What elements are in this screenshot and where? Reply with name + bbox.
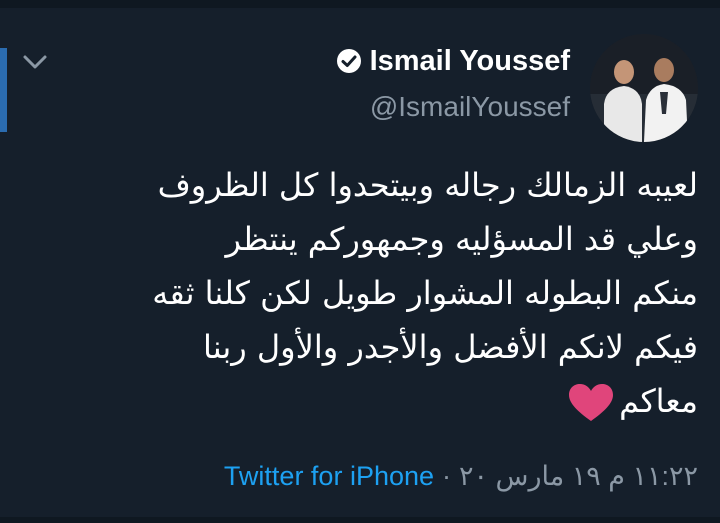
chevron-down-icon[interactable] [22,52,48,72]
pink-heart-icon [569,384,614,421]
avatar[interactable] [590,34,698,142]
thread-line [0,48,7,132]
tweet-header: Ismail Youssef @IsmailYoussef [336,34,698,144]
tweet-line: لعيبه الزمالك رجاله وبيتحدوا كل الظروف [157,166,698,204]
name-row: Ismail Youssef [336,44,570,78]
tweet-meta: ١١:٢٢ م ١٩ مارس ٢٠· Twitter for iPhone [224,456,698,496]
user-handle[interactable]: @IsmailYoussef [370,90,570,124]
tweet-line: منكم البطوله المشوار طويل لكن كلنا ثقه [152,274,698,312]
tweet-time: ١١:٢٢ م [608,461,698,491]
tweet-screen: Ismail Youssef @IsmailYoussef لعيبه الزم… [0,0,720,523]
display-name[interactable]: Ismail Youssef [370,44,570,78]
tweet-line: وعلي قد المسؤليه وجمهوركم ينتظر [225,220,699,258]
author-names: Ismail Youssef @IsmailYoussef [336,34,570,124]
tweet-date: ١٩ مارس ٢٠ [459,461,601,491]
avatar-photo [590,34,698,142]
meta-separator: · [442,461,452,491]
tweet-text: لعيبه الزمالك رجاله وبيتحدوا كل الظروف و… [38,158,698,428]
tweet-line: فيكم لانكم الأفضل والأجدر والأول ربنا [202,328,698,366]
bottom-divider [0,517,720,523]
tweet-line: معاكم [619,382,698,420]
top-divider [0,0,720,8]
source-link[interactable]: Twitter for iPhone [224,461,434,491]
tweet-line-last: معاكم [38,374,698,428]
verified-badge-icon [336,49,361,73]
